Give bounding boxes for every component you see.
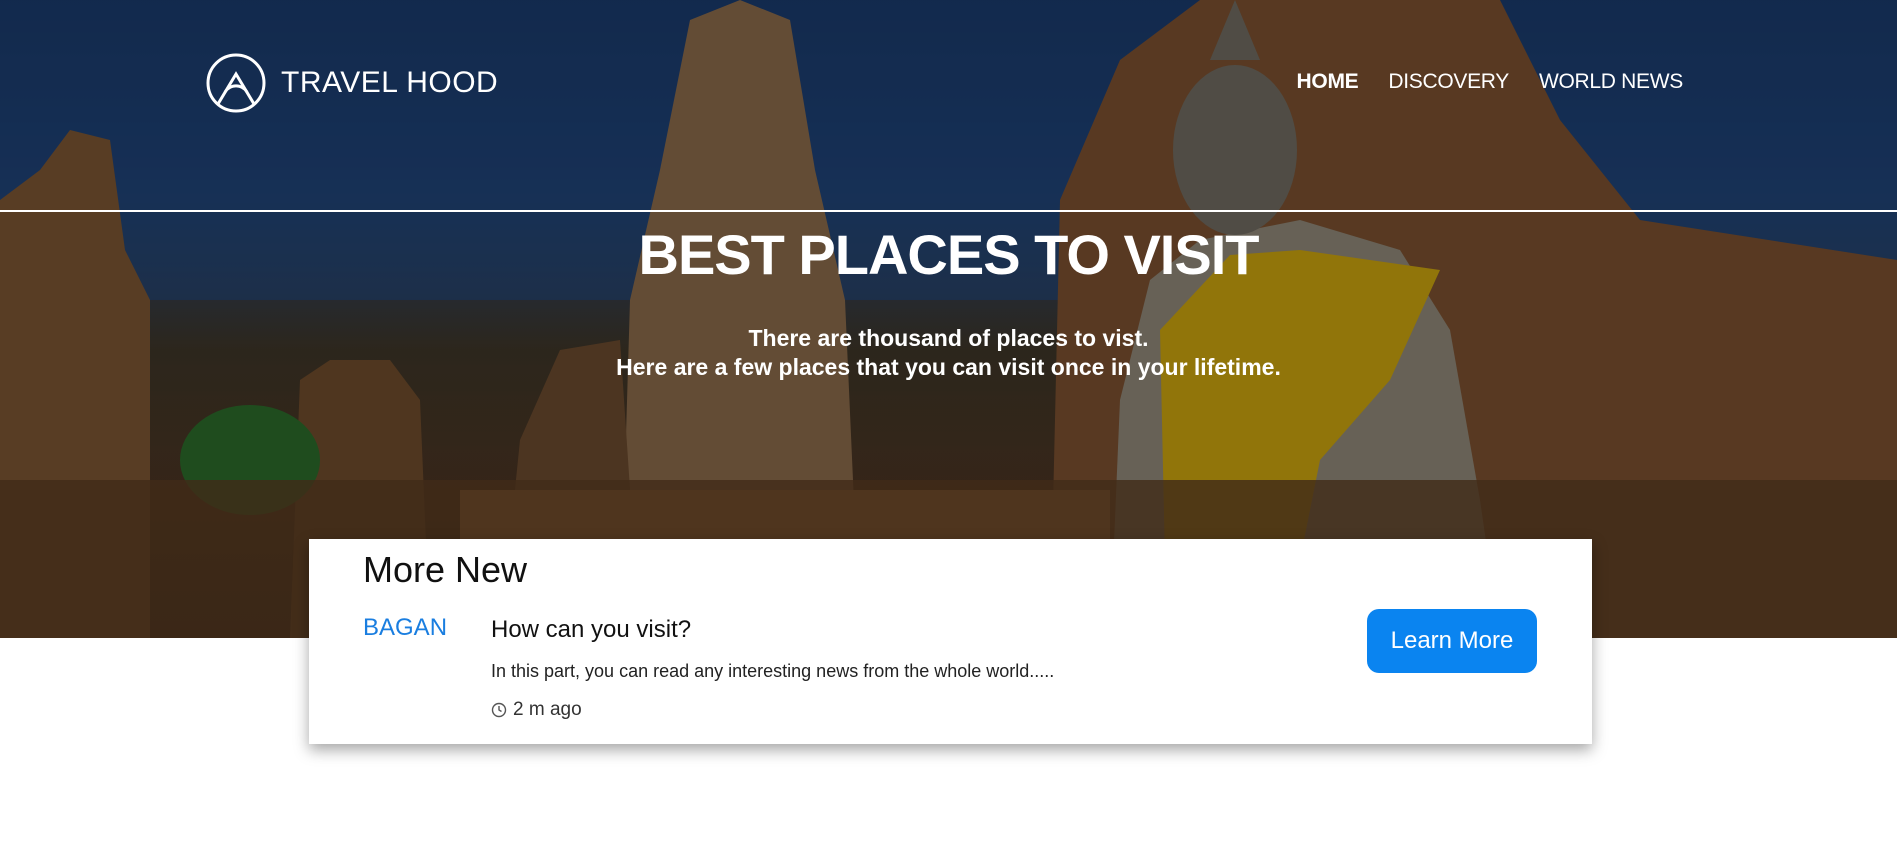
brand-name: TRAVEL HOOD (281, 66, 499, 99)
news-time-text: 2 m ago (513, 699, 582, 720)
header-divider (0, 210, 1897, 212)
news-title[interactable]: How can you visit? (491, 616, 691, 644)
hero-subtitle: There are thousand of places to vist. He… (0, 324, 1897, 382)
hero-title: BEST PLACES TO VISIT (638, 223, 1260, 286)
clock-icon (491, 702, 507, 718)
location-tag[interactable]: BAGAN (363, 614, 447, 642)
card-heading: More New (363, 549, 528, 590)
news-card: More New BAGAN How can you visit? In thi… (309, 539, 1592, 744)
nav-item-world-news[interactable]: WORLD NEWS (1539, 70, 1683, 94)
hero-subtitle-line-2: Here are a few places that you can visit… (616, 354, 1281, 380)
news-timestamp: 2 m ago (491, 699, 582, 721)
main-nav: HOME DISCOVERY WORLD NEWS (1297, 70, 1684, 94)
nav-item-discovery[interactable]: DISCOVERY (1388, 70, 1509, 94)
news-description: In this part, you can read any interesti… (491, 661, 1055, 681)
learn-more-button[interactable]: Learn More (1367, 609, 1537, 673)
nav-item-home[interactable]: HOME (1297, 70, 1359, 94)
brand-logo[interactable]: TRAVEL HOOD (205, 52, 498, 114)
mountain-circle-icon (206, 53, 266, 113)
hero-subtitle-line-1: There are thousand of places to vist. (748, 325, 1149, 351)
